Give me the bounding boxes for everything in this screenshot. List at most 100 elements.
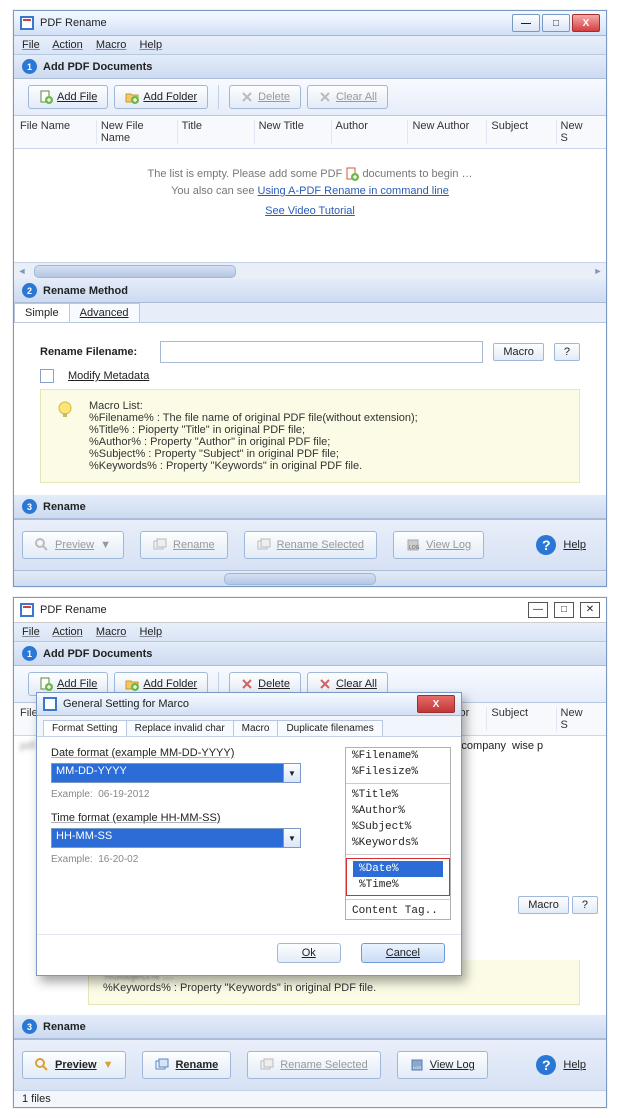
col-title[interactable]: Title: [182, 120, 255, 144]
add-file-button[interactable]: Add File: [28, 85, 108, 109]
col-newsubject[interactable]: New S: [561, 120, 596, 144]
menu-help[interactable]: Help: [139, 626, 162, 638]
macro-button[interactable]: Macro: [518, 896, 569, 914]
step-label: Rename Method: [43, 285, 128, 297]
tab-macro[interactable]: Macro: [233, 720, 279, 736]
titlebar[interactable]: PDF Rename — □ ✕: [14, 598, 606, 623]
macro-help-button[interactable]: ?: [554, 343, 580, 361]
tab-simple[interactable]: Simple: [14, 303, 70, 322]
delete-icon: [240, 677, 254, 691]
list-item[interactable]: %Filesize%: [346, 764, 450, 780]
time-format-combo[interactable]: HH-MM-SS ▼: [51, 828, 301, 848]
view-log-button[interactable]: LOG View Log: [393, 531, 484, 559]
macro-help-button[interactable]: ?: [572, 896, 598, 914]
tab-format-setting[interactable]: Format Setting: [43, 720, 127, 736]
date-format-value: MM-DD-YYYY: [51, 763, 284, 783]
cmdline-link[interactable]: Using A-PDF Rename in command line: [258, 185, 449, 197]
minimize-button[interactable]: —: [528, 602, 548, 618]
rename-button[interactable]: Rename: [142, 1051, 231, 1079]
menu-macro[interactable]: Macro: [96, 39, 127, 51]
date-format-combo[interactable]: MM-DD-YYYY ▼: [51, 763, 301, 783]
app-icon: [43, 697, 57, 711]
menu-action[interactable]: Action: [52, 626, 83, 638]
step-2-header: 2 Rename Method: [14, 279, 606, 303]
chevron-down-icon[interactable]: ▼: [284, 763, 301, 783]
scroll-thumb[interactable]: [34, 265, 236, 278]
delete-button[interactable]: Delete: [229, 85, 301, 109]
titlebar[interactable]: PDF Rename — □ X: [14, 11, 606, 36]
maximize-button[interactable]: □: [542, 14, 570, 32]
add-folder-button[interactable]: Add Folder: [114, 85, 208, 109]
step-1-header: 1 Add PDF Documents: [14, 55, 606, 79]
help-button[interactable]: ? Help: [523, 1048, 598, 1082]
ok-button[interactable]: Ok: [277, 943, 341, 963]
minimize-button[interactable]: —: [512, 14, 540, 32]
preview-button[interactable]: Preview ▼: [22, 1051, 126, 1079]
h-scrollbar[interactable]: ◄ ►: [14, 262, 606, 279]
help-button[interactable]: ? Help: [523, 528, 598, 562]
maximize-button[interactable]: □: [554, 602, 574, 618]
chevron-down-icon[interactable]: ▼: [284, 828, 301, 848]
macro-listbox[interactable]: %Filename% %Filesize% %Title% %Author% %…: [345, 747, 451, 920]
tab-replace-invalid[interactable]: Replace invalid char: [126, 720, 234, 736]
tab-advanced[interactable]: Advanced: [69, 303, 140, 322]
rename-filename-input[interactable]: [160, 341, 483, 363]
window-title: PDF Rename: [40, 604, 526, 616]
menu-file[interactable]: File: [22, 39, 40, 51]
rename-selected-button[interactable]: Rename Selected: [244, 531, 377, 559]
menu-file[interactable]: File: [22, 626, 40, 638]
modify-metadata-checkbox[interactable]: [40, 369, 54, 383]
cancel-button[interactable]: Cancel: [361, 943, 445, 963]
step-label: Add PDF Documents: [43, 61, 152, 73]
svg-text:LOG: LOG: [409, 545, 420, 551]
view-log-button[interactable]: LOG View Log: [397, 1051, 488, 1079]
macro-button[interactable]: Macro: [493, 343, 544, 361]
add-file-icon: [39, 90, 53, 104]
rename-selected-button[interactable]: Rename Selected: [247, 1051, 380, 1079]
menubar: File Action Macro Help: [14, 36, 606, 55]
pdf-add-icon: [345, 167, 359, 181]
col-newtitle[interactable]: New Title: [259, 120, 332, 144]
col-newfilename[interactable]: New File Name: [101, 120, 178, 144]
svg-text:?: ?: [542, 1057, 551, 1073]
step-1-header: 1 Add PDF Documents: [14, 642, 606, 666]
bulb-icon: [55, 400, 75, 420]
list-item[interactable]: %Time%: [353, 877, 443, 893]
list-item[interactable]: %Keywords%: [346, 835, 450, 851]
close-button[interactable]: ✕: [580, 602, 600, 618]
rename-icon: [155, 1058, 169, 1072]
close-button[interactable]: X: [572, 14, 600, 32]
video-link[interactable]: See Video Tutorial: [265, 205, 355, 217]
chevron-down-icon: ▼: [103, 1059, 114, 1071]
magnifier-icon: [35, 538, 49, 552]
preview-button[interactable]: Preview ▼: [22, 531, 124, 559]
menu-help[interactable]: Help: [139, 39, 162, 51]
clear-icon: [318, 677, 332, 691]
dialog-title: General Setting for Marco: [63, 698, 417, 710]
clear-all-button[interactable]: Clear All: [307, 85, 388, 109]
menu-action[interactable]: Action: [52, 39, 83, 51]
footer-scroll-thumb[interactable]: [224, 573, 376, 585]
list-item[interactable]: %Title%: [346, 787, 450, 803]
col-author[interactable]: Author: [336, 120, 409, 144]
action-bar: Preview ▼ Rename Rename Selected LOG Vie…: [14, 1039, 606, 1090]
footer-scrollbar[interactable]: [14, 570, 606, 586]
col-newauthor[interactable]: New Author: [412, 120, 487, 144]
col-subject[interactable]: Subject: [491, 120, 556, 144]
list-item[interactable]: %Subject%: [346, 819, 450, 835]
dialog-titlebar[interactable]: General Setting for Marco X: [37, 693, 461, 716]
dialog-close-button[interactable]: X: [417, 695, 455, 713]
rename-button[interactable]: Rename: [140, 531, 228, 559]
list-item[interactable]: %Filename%: [346, 748, 450, 764]
col-filename[interactable]: File Name: [20, 120, 97, 144]
list-item[interactable]: Content Tag..: [346, 903, 450, 919]
list-item-selected[interactable]: %Date%: [353, 861, 443, 877]
rename-sel-icon: [260, 1058, 274, 1072]
tab-duplicate[interactable]: Duplicate filenames: [277, 720, 382, 736]
modify-metadata-label: Modify Metadata: [68, 370, 149, 382]
status-bar: 1 files: [14, 1090, 606, 1107]
time-format-value: HH-MM-SS: [51, 828, 284, 848]
menu-macro[interactable]: Macro: [96, 626, 127, 638]
empty-text-1b: documents to begin …: [362, 168, 472, 180]
list-item[interactable]: %Author%: [346, 803, 450, 819]
